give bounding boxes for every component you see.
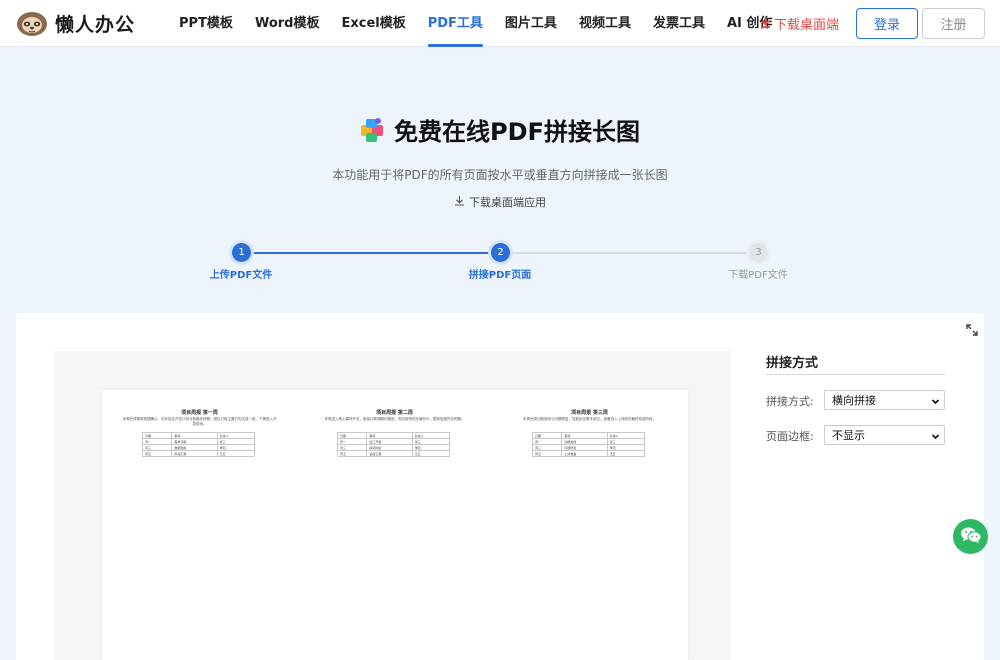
page-title: 免费在线PDF拼接长图 xyxy=(394,118,640,146)
table-row: 周五 阶段汇报 王五 xyxy=(141,450,256,457)
main-nav: PPT模板 Word模板 Excel模板 PDF工具 图片工具 视频工具 发票工… xyxy=(168,0,783,47)
page-border-label: 页面边框: xyxy=(766,430,814,443)
preview-page-2: 项目周报 第二周 本周进入核心模块开发，各接口联调顺利推进，测试用例同步编写中，… xyxy=(297,390,492,490)
download-desktop-label: 下载桌面端 xyxy=(774,18,840,33)
page-2-table: 日期 事项 负责人 周一 接口开发 张三 周三 联调测试 李四 周五 进度汇报 王五 xyxy=(336,432,451,457)
chevron-down-icon xyxy=(931,396,940,405)
sloth-logo-icon xyxy=(15,9,49,37)
table-cell: 周五 xyxy=(336,450,368,457)
preview-page-3: 项目周报 第三周 本周完成功能验收与问题修复，性能优化基本到位，准备进入上线前的… xyxy=(492,390,687,490)
logo-text: 懒人办公 xyxy=(55,13,136,36)
stitch-mode-value: 横向拼接 xyxy=(832,394,876,407)
wechat-icon xyxy=(960,526,982,548)
puzzle-icon xyxy=(360,117,386,143)
page-border-value: 不显示 xyxy=(832,429,865,442)
nav-pdf-tools[interactable]: PDF工具 xyxy=(417,0,494,47)
step-3-label: 下载PDF文件 xyxy=(728,270,788,281)
wechat-contact-button[interactable] xyxy=(953,519,988,554)
page-2-text: 本周进入核心模块开发，各接口联调顺利推进，测试用例同步编写中，整体进度符合预期。 xyxy=(324,417,465,421)
nav-excel-templates[interactable]: Excel模板 xyxy=(330,0,416,47)
fullscreen-icon[interactable] xyxy=(966,321,978,336)
stitched-preview-sheet: 项目周报 第一周 本周完成需求梳理确认，初步拟定开发计划与各模块排期，团队已就主… xyxy=(102,390,688,660)
stitch-mode-select[interactable]: 横向拼接 xyxy=(824,390,945,410)
table-cell: 上线准备 xyxy=(561,450,608,457)
stitch-mode-label: 拼接方式: xyxy=(766,395,814,408)
preview-page-1: 项目周报 第一周 本周完成需求梳理确认，初步拟定开发计划与各模块排期，团队已就主… xyxy=(102,390,297,490)
step-2-dot: 2 xyxy=(491,243,510,262)
page-3-table: 日期 事项 负责人 周一 功能验收 张三 周三 问题修复 李四 周五 上线准备 王五 xyxy=(531,432,646,457)
table-row: 周五 进度汇报 王五 xyxy=(336,450,451,457)
page-border-select[interactable]: 不显示 xyxy=(824,425,945,445)
download-arrow-icon xyxy=(454,195,469,209)
page-1-text: 本周完成需求梳理确认，初步拟定开发计划与各模块排期，团队已就主要方向达成一致，下… xyxy=(122,417,277,426)
step-1-label: 上传PDF文件 xyxy=(209,270,273,281)
chevron-down-icon xyxy=(931,431,940,440)
settings-divider xyxy=(766,374,945,375)
page-3-title: 项目周报 第三周 xyxy=(571,410,608,416)
download-app-link[interactable]: 下载桌面端应用 xyxy=(0,194,1000,210)
table-cell: 王五 xyxy=(606,450,646,457)
step-2-label: 拼接PDF页面 xyxy=(468,270,532,281)
top-header: 懒人办公 PPT模板 Word模板 Excel模板 PDF工具 图片工具 视频工… xyxy=(0,0,1000,47)
page-2-title: 项目周报 第二周 xyxy=(376,410,413,416)
login-button[interactable]: 登录 xyxy=(856,8,918,39)
page-3-text: 本周完成功能验收与问题修复，性能优化基本到位，准备进入上线前的最终检查阶段。 xyxy=(523,417,656,421)
nav-invoice-tools[interactable]: 发票工具 xyxy=(642,0,716,47)
nav-video-tools[interactable]: 视频工具 xyxy=(568,0,642,47)
download-desktop-link[interactable]: 下载桌面端 xyxy=(760,14,839,33)
step-progress-done xyxy=(241,252,500,254)
table-cell: 周五 xyxy=(531,450,563,457)
step-3-dot: 3 xyxy=(749,243,768,262)
page-title-row: 免费在线PDF拼接长图 xyxy=(0,112,1000,147)
table-cell: 周五 xyxy=(141,450,173,457)
table-cell: 进度汇报 xyxy=(366,450,413,457)
nav-ppt-templates[interactable]: PPT模板 xyxy=(168,0,244,47)
page-description: 本功能用于将PDF的所有页面按水平或垂直方向拼接成一张长图 xyxy=(332,168,668,182)
nav-word-templates[interactable]: Word模板 xyxy=(244,0,331,47)
settings-title: 拼接方式 xyxy=(766,356,819,371)
site-logo[interactable]: 懒人办公 xyxy=(15,9,135,37)
download-app-label: 下载桌面端应用 xyxy=(469,196,546,209)
table-cell: 王五 xyxy=(216,450,256,457)
register-button[interactable]: 注册 xyxy=(922,8,985,39)
table-cell: 王五 xyxy=(411,450,451,457)
step-1-dot: 1 xyxy=(232,243,251,262)
table-cell: 阶段汇报 xyxy=(171,450,218,457)
nav-image-tools[interactable]: 图片工具 xyxy=(494,0,568,47)
page-1-title: 项目周报 第一周 xyxy=(181,410,218,416)
download-icon xyxy=(760,16,774,32)
step-progress-todo xyxy=(500,252,758,254)
page-1-table: 日期 事项 负责人 周一 需求评审 张三 周三 数据建模 李四 周五 阶段汇报 王五 xyxy=(141,432,256,457)
table-row: 周五 上线准备 王五 xyxy=(531,450,646,457)
